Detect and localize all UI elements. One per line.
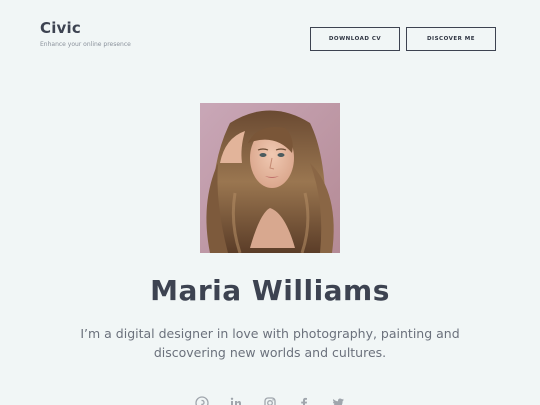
page: Civic Enhance your online presence DOWNL… [0, 0, 540, 405]
linkedin-icon[interactable] [229, 396, 243, 405]
profile-bio: I’m a digital designer in love with phot… [80, 326, 460, 360]
site-tagline: Enhance your online presence [40, 41, 131, 48]
portrait-image [200, 103, 340, 253]
pinterest-icon[interactable] [195, 396, 209, 405]
profile-name: Maria Williams [150, 274, 390, 307]
discover-me-button[interactable]: DISCOVER ME [406, 27, 496, 51]
instagram-icon[interactable] [263, 396, 277, 405]
download-cv-button[interactable]: DOWNLOAD CV [310, 27, 400, 51]
site-title[interactable]: Civic [40, 20, 131, 37]
facebook-icon[interactable] [297, 396, 311, 405]
profile-photo [200, 103, 340, 253]
social-links [195, 396, 345, 405]
brand[interactable]: Civic Enhance your online presence [40, 20, 131, 49]
twitter-icon[interactable] [331, 396, 345, 405]
